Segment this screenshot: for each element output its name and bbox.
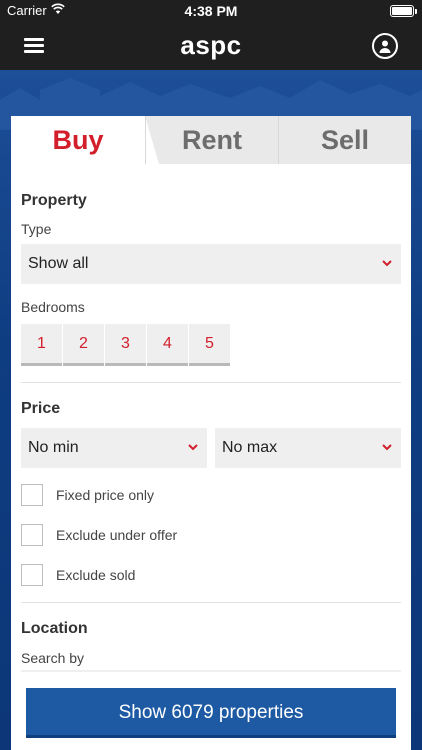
tab-sell[interactable]: Sell <box>278 116 411 164</box>
price-max-value: No max <box>222 439 278 456</box>
exclude-under-offer-label: Exclude under offer <box>56 527 178 543</box>
search-by-label: Search by <box>21 650 85 666</box>
divider <box>21 382 401 383</box>
bedrooms-label: Bedrooms <box>21 299 85 315</box>
type-select-value: Show all <box>28 255 89 272</box>
battery-icon <box>390 5 417 17</box>
bedroom-option-2[interactable]: 2 <box>63 324 104 366</box>
type-label: Type <box>21 221 52 237</box>
property-section-title: Property <box>21 192 87 209</box>
bedroom-option-4[interactable]: 4 <box>147 324 188 366</box>
clock: 4:38 PM <box>184 3 238 19</box>
user-profile-icon[interactable] <box>372 33 398 59</box>
chevron-down-icon <box>382 444 392 451</box>
price-min-select[interactable]: No min <box>21 428 207 468</box>
fixed-price-checkbox[interactable] <box>21 484 43 506</box>
type-select[interactable]: Show all <box>21 244 401 284</box>
search-card: Buy Rent Sell Property Type Show all Bed… <box>11 116 411 750</box>
location-section-title: Location <box>21 620 88 637</box>
exclude-sold-checkbox[interactable] <box>21 564 43 586</box>
footer-bar: Show 6079 properties <box>11 672 411 750</box>
divider <box>21 602 401 603</box>
chevron-down-icon <box>188 444 198 451</box>
bedrooms-selector: 1 2 3 4 5 <box>21 324 231 366</box>
app-header: aspc <box>0 22 422 70</box>
tab-rent[interactable]: Rent <box>145 116 278 164</box>
show-properties-button[interactable]: Show 6079 properties <box>26 688 396 738</box>
fixed-price-label: Fixed price only <box>56 487 155 503</box>
status-bar: Carrier 4:38 PM <box>0 0 422 22</box>
price-section-title: Price <box>21 400 61 417</box>
price-min-value: No min <box>28 439 79 456</box>
bedroom-option-1[interactable]: 1 <box>21 324 62 366</box>
aspc-logo: aspc <box>180 30 242 60</box>
exclude-under-offer-checkbox[interactable] <box>21 524 43 546</box>
tab-buy[interactable]: Buy <box>11 116 159 164</box>
exclude-sold-label: Exclude sold <box>56 567 136 583</box>
price-max-select[interactable]: No max <box>215 428 401 468</box>
bedroom-option-3[interactable]: 3 <box>105 324 146 366</box>
chevron-down-icon <box>382 260 392 267</box>
listing-type-tabs: Buy Rent Sell <box>11 116 411 164</box>
bedroom-option-5[interactable]: 5 <box>189 324 230 366</box>
hamburger-menu-icon[interactable] <box>24 38 44 54</box>
